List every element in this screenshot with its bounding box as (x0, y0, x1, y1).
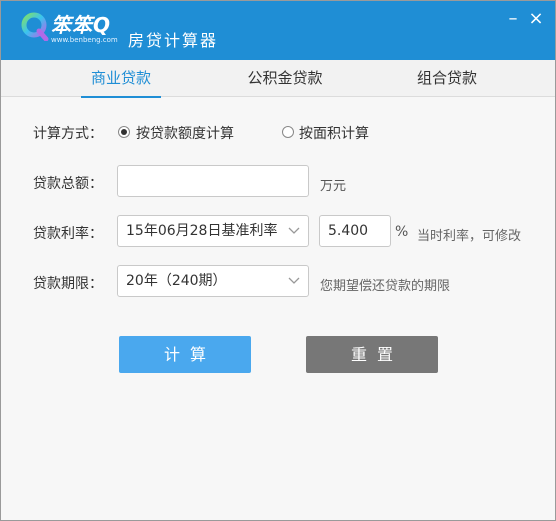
interest-rate-input[interactable]: 5.400 (319, 215, 391, 247)
logo-url: www.benbeng.com (51, 36, 118, 44)
loan-term-hint: 您期望偿还贷款的期限 (320, 279, 451, 294)
mortgage-calculator-window: 笨笨Q www.benbeng.com 房贷计算器 – × 商业贷款 公积金贷款… (0, 0, 556, 521)
interest-rate-label: 贷款利率： (33, 226, 103, 242)
tab-commercial-loan[interactable]: 商业贷款 (81, 60, 161, 98)
loan-total-label: 贷款总额： (33, 176, 103, 192)
app-title: 房贷计算器 (128, 31, 219, 50)
chevron-down-icon (288, 277, 300, 284)
chevron-down-icon (288, 227, 300, 234)
loan-type-tabs: 商业贷款 公积金贷款 组合贷款 (1, 60, 555, 98)
form-panel: 计算方式： 按贷款额度计算 按面积计算 贷款总额： 万元 贷款利率： 15年06… (1, 98, 555, 520)
interest-rate-unit: % (395, 224, 409, 240)
interest-rate-select[interactable]: 15年06月28日基准利率 (117, 215, 309, 247)
title-bar: 笨笨Q www.benbeng.com 房贷计算器 – × (1, 1, 555, 60)
loan-total-unit: 万元 (320, 179, 347, 194)
radio-by-loan-amount-label[interactable]: 按贷款额度计算 (136, 123, 234, 143)
tab-combined-loan[interactable]: 组合贷款 (407, 60, 487, 97)
loan-term-label: 贷款期限： (33, 276, 103, 292)
radio-by-loan-amount[interactable] (118, 126, 130, 138)
app-logo: 笨笨Q www.benbeng.com (21, 9, 123, 49)
calculate-button[interactable]: 计算 (119, 336, 251, 373)
interest-rate-hint: 当时利率，可修改 (417, 229, 522, 244)
calc-method-label: 计算方式： (33, 126, 103, 142)
loan-total-input[interactable] (117, 165, 309, 197)
close-button[interactable]: × (526, 9, 546, 29)
logo-q-icon (21, 12, 49, 41)
interest-rate-select-value: 15年06月28日基准利率 (126, 223, 278, 239)
radio-by-area-label[interactable]: 按面积计算 (299, 123, 369, 143)
logo-text: 笨笨Q (51, 13, 112, 37)
radio-by-area[interactable] (282, 126, 294, 138)
reset-button[interactable]: 重置 (306, 336, 438, 373)
tab-provident-fund-loan[interactable]: 公积金贷款 (239, 60, 331, 97)
minimize-button[interactable]: – (503, 9, 523, 29)
loan-term-select[interactable]: 20年（240期） (117, 265, 309, 297)
loan-term-select-value: 20年（240期） (126, 273, 227, 289)
